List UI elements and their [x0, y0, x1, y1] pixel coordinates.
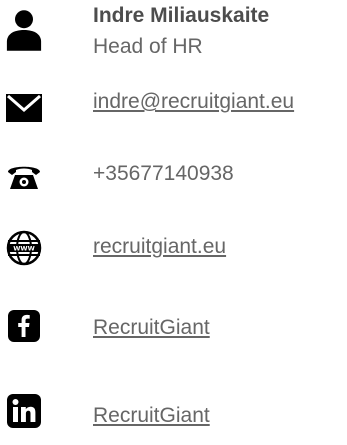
- website-link[interactable]: recruitgiant.eu: [93, 235, 226, 259]
- facebook-icon: [6, 308, 42, 344]
- person-icon: [6, 5, 42, 55]
- facebook-link[interactable]: RecruitGiant: [93, 316, 210, 340]
- linkedin-link[interactable]: RecruitGiant: [93, 404, 210, 428]
- linkedin-icon: [6, 392, 42, 430]
- telephone-icon: [6, 157, 42, 195]
- email-link[interactable]: indre@recruitgiant.eu: [93, 90, 294, 114]
- svg-text:WWW: WWW: [13, 245, 35, 253]
- envelope-icon: [6, 88, 42, 128]
- contact-name: Indre Miliauskaite: [93, 4, 270, 27]
- globe-www-icon: WWW: [6, 228, 42, 268]
- contact-role: Head of HR: [93, 35, 203, 58]
- phone-number: +35677140938: [93, 162, 234, 185]
